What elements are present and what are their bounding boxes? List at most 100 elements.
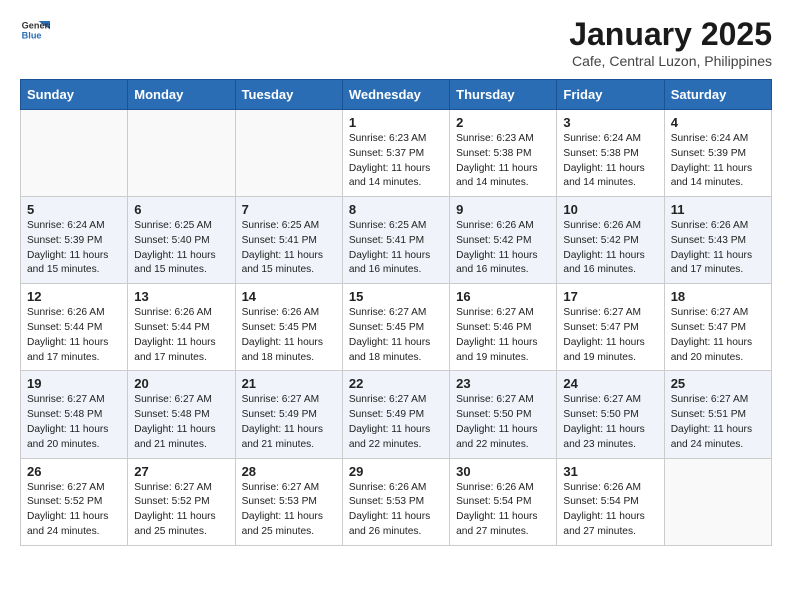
calendar-cell: 22 Sunrise: 6:27 AMSunset: 5:49 PMDayligh… bbox=[342, 371, 449, 458]
day-info: Sunrise: 6:25 AMSunset: 5:41 PMDaylight:… bbox=[242, 220, 323, 275]
page-header: General Blue January 2025 Cafe, Central … bbox=[20, 16, 772, 69]
calendar-cell: 15 Sunrise: 6:27 AMSunset: 5:45 PMDayligh… bbox=[342, 284, 449, 371]
day-number: 26 bbox=[27, 464, 121, 479]
calendar-cell: 14 Sunrise: 6:26 AMSunset: 5:45 PMDayligh… bbox=[235, 284, 342, 371]
calendar-cell: 24 Sunrise: 6:27 AMSunset: 5:50 PMDayligh… bbox=[557, 371, 664, 458]
day-info: Sunrise: 6:27 AMSunset: 5:50 PMDaylight:… bbox=[456, 394, 537, 449]
day-info: Sunrise: 6:27 AMSunset: 5:53 PMDaylight:… bbox=[242, 482, 323, 537]
day-info: Sunrise: 6:26 AMSunset: 5:54 PMDaylight:… bbox=[563, 482, 644, 537]
calendar-cell: 27Sunrise: 6:27 AMSunset: 5:52 PMDayligh… bbox=[128, 458, 235, 545]
day-info: Sunrise: 6:26 AMSunset: 5:43 PMDaylight:… bbox=[671, 220, 752, 275]
day-number: 24 bbox=[563, 376, 657, 391]
day-number: 8 bbox=[349, 202, 443, 217]
calendar-cell: 17 Sunrise: 6:27 AMSunset: 5:47 PMDayligh… bbox=[557, 284, 664, 371]
calendar-week-row: 19 Sunrise: 6:27 AMSunset: 5:48 PMDayligh… bbox=[21, 371, 772, 458]
day-number: 23 bbox=[456, 376, 550, 391]
day-info: Sunrise: 6:27 AMSunset: 5:50 PMDaylight:… bbox=[563, 394, 644, 449]
day-number: 10 bbox=[563, 202, 657, 217]
day-number: 27 bbox=[134, 464, 228, 479]
day-number: 3 bbox=[563, 115, 657, 130]
day-info: Sunrise: 6:26 AMSunset: 5:53 PMDaylight:… bbox=[349, 482, 430, 537]
day-info: Sunrise: 6:26 AMSunset: 5:42 PMDaylight:… bbox=[456, 220, 537, 275]
calendar-cell: 9 Sunrise: 6:26 AMSunset: 5:42 PMDaylight… bbox=[450, 197, 557, 284]
day-info: Sunrise: 6:27 AMSunset: 5:46 PMDaylight:… bbox=[456, 307, 537, 362]
calendar-cell: 20Sunrise: 6:27 AMSunset: 5:48 PMDayligh… bbox=[128, 371, 235, 458]
day-info: Sunrise: 6:24 AMSunset: 5:38 PMDaylight:… bbox=[563, 133, 644, 188]
day-number: 17 bbox=[563, 289, 657, 304]
day-number: 7 bbox=[242, 202, 336, 217]
calendar-cell: 30Sunrise: 6:26 AMSunset: 5:54 PMDayligh… bbox=[450, 458, 557, 545]
calendar-cell: 2 Sunrise: 6:23 AMSunset: 5:38 PMDaylight… bbox=[450, 110, 557, 197]
calendar-cell bbox=[664, 458, 771, 545]
calendar-cell bbox=[128, 110, 235, 197]
day-header-sunday: Sunday bbox=[21, 80, 128, 110]
day-info: Sunrise: 6:26 AMSunset: 5:44 PMDaylight:… bbox=[27, 307, 108, 362]
calendar-week-row: 12 Sunrise: 6:26 AMSunset: 5:44 PMDayligh… bbox=[21, 284, 772, 371]
calendar-header-row: SundayMondayTuesdayWednesdayThursdayFrid… bbox=[21, 80, 772, 110]
day-number: 4 bbox=[671, 115, 765, 130]
day-info: Sunrise: 6:25 AMSunset: 5:40 PMDaylight:… bbox=[134, 220, 215, 275]
day-info: Sunrise: 6:26 AMSunset: 5:45 PMDaylight:… bbox=[242, 307, 323, 362]
calendar-cell: 8Sunrise: 6:25 AMSunset: 5:41 PMDaylight… bbox=[342, 197, 449, 284]
day-number: 19 bbox=[27, 376, 121, 391]
calendar-cell: 13 Sunrise: 6:26 AMSunset: 5:44 PMDayligh… bbox=[128, 284, 235, 371]
calendar-week-row: 1 Sunrise: 6:23 AMSunset: 5:37 PMDaylight… bbox=[21, 110, 772, 197]
day-header-monday: Monday bbox=[128, 80, 235, 110]
day-info: Sunrise: 6:26 AMSunset: 5:44 PMDaylight:… bbox=[134, 307, 215, 362]
day-info: Sunrise: 6:27 AMSunset: 5:47 PMDaylight:… bbox=[563, 307, 644, 362]
calendar-cell: 29 Sunrise: 6:26 AMSunset: 5:53 PMDayligh… bbox=[342, 458, 449, 545]
day-info: Sunrise: 6:27 AMSunset: 5:48 PMDaylight:… bbox=[27, 394, 108, 449]
day-number: 16 bbox=[456, 289, 550, 304]
title-block: January 2025 Cafe, Central Luzon, Philip… bbox=[569, 16, 772, 69]
day-info: Sunrise: 6:27 AMSunset: 5:49 PMDaylight:… bbox=[242, 394, 323, 449]
day-number: 22 bbox=[349, 376, 443, 391]
day-number: 1 bbox=[349, 115, 443, 130]
day-number: 15 bbox=[349, 289, 443, 304]
day-number: 9 bbox=[456, 202, 550, 217]
calendar-cell: 12 Sunrise: 6:26 AMSunset: 5:44 PMDayligh… bbox=[21, 284, 128, 371]
day-info: Sunrise: 6:27 AMSunset: 5:51 PMDaylight:… bbox=[671, 394, 752, 449]
day-header-saturday: Saturday bbox=[664, 80, 771, 110]
day-number: 13 bbox=[134, 289, 228, 304]
day-info: Sunrise: 6:27 AMSunset: 5:45 PMDaylight:… bbox=[349, 307, 430, 362]
day-number: 31 bbox=[563, 464, 657, 479]
day-number: 29 bbox=[349, 464, 443, 479]
calendar-week-row: 26 Sunrise: 6:27 AMSunset: 5:52 PMDayligh… bbox=[21, 458, 772, 545]
main-title: January 2025 bbox=[569, 16, 772, 53]
calendar-cell: 4 Sunrise: 6:24 AMSunset: 5:39 PMDaylight… bbox=[664, 110, 771, 197]
calendar-cell: 10 Sunrise: 6:26 AMSunset: 5:42 PMDayligh… bbox=[557, 197, 664, 284]
day-header-wednesday: Wednesday bbox=[342, 80, 449, 110]
day-info: Sunrise: 6:26 AMSunset: 5:42 PMDaylight:… bbox=[563, 220, 644, 275]
calendar-cell: 18 Sunrise: 6:27 AMSunset: 5:47 PMDayligh… bbox=[664, 284, 771, 371]
calendar-table: SundayMondayTuesdayWednesdayThursdayFrid… bbox=[20, 79, 772, 546]
day-info: Sunrise: 6:23 AMSunset: 5:37 PMDaylight:… bbox=[349, 133, 430, 188]
day-header-thursday: Thursday bbox=[450, 80, 557, 110]
day-header-friday: Friday bbox=[557, 80, 664, 110]
day-number: 12 bbox=[27, 289, 121, 304]
day-number: 14 bbox=[242, 289, 336, 304]
day-info: Sunrise: 6:27 AMSunset: 5:52 PMDaylight:… bbox=[27, 482, 108, 537]
day-info: Sunrise: 6:27 AMSunset: 5:48 PMDaylight:… bbox=[134, 394, 215, 449]
day-info: Sunrise: 6:27 AMSunset: 5:49 PMDaylight:… bbox=[349, 394, 430, 449]
day-info: Sunrise: 6:23 AMSunset: 5:38 PMDaylight:… bbox=[456, 133, 537, 188]
day-number: 6 bbox=[134, 202, 228, 217]
calendar-cell: 11Sunrise: 6:26 AMSunset: 5:43 PMDayligh… bbox=[664, 197, 771, 284]
day-number: 2 bbox=[456, 115, 550, 130]
calendar-cell: 16 Sunrise: 6:27 AMSunset: 5:46 PMDayligh… bbox=[450, 284, 557, 371]
calendar-cell: 3 Sunrise: 6:24 AMSunset: 5:38 PMDaylight… bbox=[557, 110, 664, 197]
svg-text:General: General bbox=[22, 21, 50, 31]
day-info: Sunrise: 6:27 AMSunset: 5:47 PMDaylight:… bbox=[671, 307, 752, 362]
logo: General Blue bbox=[20, 16, 50, 46]
calendar-cell: 7 Sunrise: 6:25 AMSunset: 5:41 PMDaylight… bbox=[235, 197, 342, 284]
day-info: Sunrise: 6:24 AMSunset: 5:39 PMDaylight:… bbox=[671, 133, 752, 188]
day-number: 18 bbox=[671, 289, 765, 304]
calendar-cell: 6 Sunrise: 6:25 AMSunset: 5:40 PMDaylight… bbox=[128, 197, 235, 284]
calendar-cell: 5Sunrise: 6:24 AMSunset: 5:39 PMDaylight… bbox=[21, 197, 128, 284]
calendar-cell: 28Sunrise: 6:27 AMSunset: 5:53 PMDayligh… bbox=[235, 458, 342, 545]
day-info: Sunrise: 6:24 AMSunset: 5:39 PMDaylight:… bbox=[27, 220, 108, 275]
calendar-cell: 31 Sunrise: 6:26 AMSunset: 5:54 PMDayligh… bbox=[557, 458, 664, 545]
subtitle: Cafe, Central Luzon, Philippines bbox=[569, 53, 772, 69]
svg-text:Blue: Blue bbox=[22, 31, 42, 41]
calendar-cell bbox=[21, 110, 128, 197]
calendar-week-row: 5Sunrise: 6:24 AMSunset: 5:39 PMDaylight… bbox=[21, 197, 772, 284]
